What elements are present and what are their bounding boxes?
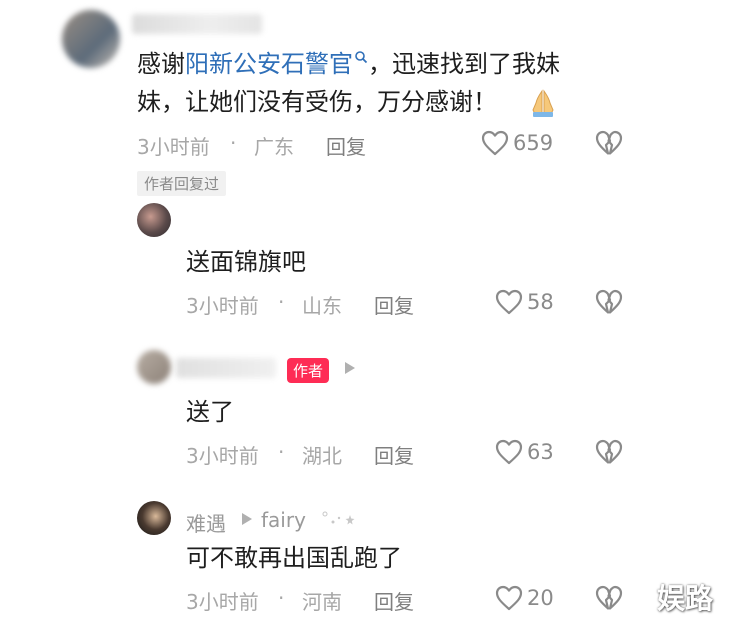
broken-heart-icon[interactable]	[595, 439, 623, 465]
search-icon[interactable]	[354, 50, 368, 64]
comment-time: 3小时前	[137, 135, 210, 159]
comment-text-line-2: 妹，让她们没有受伤，万分感谢！	[137, 88, 497, 116]
comment-text-line-1: 感谢阳新公安石警官 ，迅速找到了我妹	[137, 50, 560, 78]
username-blurred[interactable]	[132, 14, 262, 34]
like-count: 63	[527, 440, 554, 464]
avatar[interactable]	[137, 501, 171, 535]
reply-text: 送了	[186, 398, 234, 426]
reply-text: 送面锦旗吧	[186, 248, 306, 276]
reply-button[interactable]: 回复	[326, 131, 366, 160]
broken-heart-icon[interactable]	[595, 130, 623, 156]
watermark: 娱路	[657, 582, 714, 615]
meta-separator: ·	[278, 586, 285, 610]
broken-heart-icon[interactable]	[595, 585, 623, 611]
username[interactable]: 难遇	[186, 508, 226, 537]
heart-outline-icon[interactable]	[481, 130, 509, 156]
mention-link[interactable]: 阳新公安石警官	[185, 50, 353, 78]
reply-time: 3小时前	[186, 444, 259, 468]
meta-separator: ·	[278, 290, 285, 314]
broken-heart-icon[interactable]	[595, 289, 623, 315]
meta-separator: ·	[278, 440, 285, 464]
reply-location: 河南	[302, 590, 342, 614]
author-tag: 作者	[287, 358, 330, 383]
heart-outline-icon[interactable]	[495, 289, 523, 315]
reply-text: 可不敢再出国乱跑了	[186, 544, 402, 572]
avatar[interactable]	[137, 350, 171, 384]
avatar[interactable]	[137, 203, 171, 237]
like-count: 20	[527, 586, 554, 610]
reply-button[interactable]: 回复	[374, 440, 414, 469]
triangle-right-icon	[344, 361, 356, 375]
username-blurred[interactable]	[176, 358, 276, 378]
reply-time: 3小时前	[186, 294, 259, 318]
heart-outline-icon[interactable]	[495, 439, 523, 465]
comment-location: 广东	[254, 135, 294, 159]
reply-button[interactable]: 回复	[374, 586, 414, 615]
sparkle-decoration	[320, 509, 356, 529]
reply-button[interactable]: 回复	[374, 290, 414, 319]
reply-time: 3小时前	[186, 590, 259, 614]
like-count: 659	[513, 131, 554, 155]
avatar[interactable]	[62, 10, 120, 68]
heart-outline-icon[interactable]	[495, 585, 523, 611]
triangle-right-icon	[241, 512, 253, 526]
author-replied-badge: 作者回复过	[137, 171, 227, 196]
like-count: 58	[527, 290, 554, 314]
reply-location: 湖北	[302, 444, 342, 468]
meta-separator: ·	[230, 131, 237, 155]
reply-location: 山东	[302, 294, 342, 318]
praying-hands-emoji	[528, 88, 558, 118]
reply-to-username[interactable]: fairy	[261, 508, 306, 532]
